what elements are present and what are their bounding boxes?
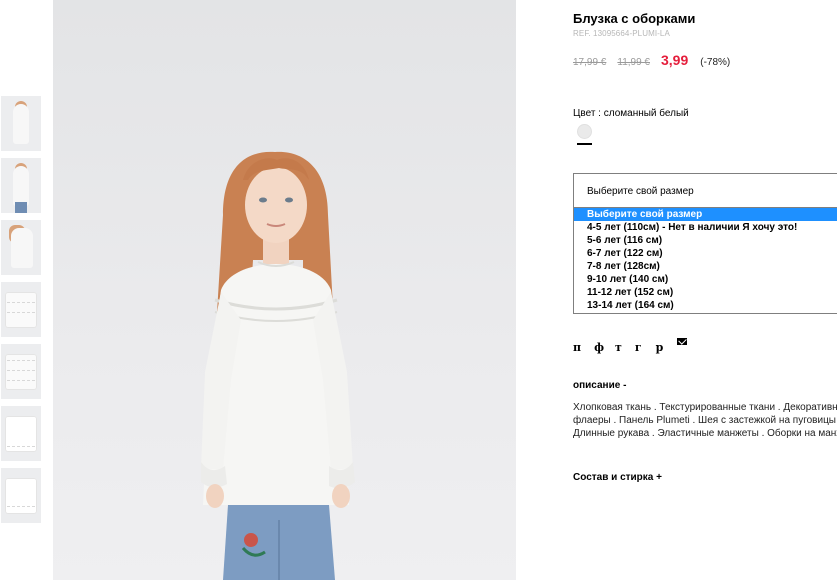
color-swatch-off-white[interactable] (577, 124, 592, 139)
thumb-figure (13, 104, 29, 144)
thumb-ruffle (7, 506, 35, 509)
twitter-icon[interactable]: т (615, 341, 622, 354)
size-option[interactable]: Выберите свой размер (574, 208, 837, 221)
thumb-figure (11, 228, 33, 268)
description-text: Хлопковая ткань . Текстурированные ткани… (573, 401, 837, 440)
product-title: Блузка с оборками (573, 11, 696, 26)
thumb-ruffle (7, 312, 35, 315)
pinterest-icon[interactable]: п (573, 341, 581, 354)
size-option[interactable]: 11-12 лет (152 см) (574, 286, 837, 299)
thumb-fabric (5, 292, 37, 328)
thumbnail-5[interactable] (1, 344, 41, 399)
swatch-selected-indicator (577, 143, 592, 145)
product-main-image[interactable] (53, 0, 516, 580)
thumb-ruffle (7, 380, 35, 383)
price-previous: 11,99 € (617, 57, 650, 68)
google-plus-icon[interactable]: г (635, 341, 642, 354)
thumbnail-7[interactable] (1, 468, 41, 523)
thumbnail-strip (1, 96, 42, 530)
size-option[interactable]: 7-8 лет (128см) (574, 260, 837, 273)
size-option[interactable]: 13-14 лет (164 см) (574, 299, 837, 312)
thumbnail-3[interactable] (1, 220, 41, 275)
discount-badge: (-78%) (700, 57, 731, 68)
price-original: 17,99 € (573, 57, 607, 68)
thumb-ruffle (7, 360, 35, 363)
size-dropdown-list: Выберите свой размер 4-5 лет (110см) - Н… (573, 208, 837, 314)
description-line: Хлопковая ткань . Текстурированные ткани… (573, 402, 837, 413)
thumbnail-2[interactable] (1, 158, 41, 213)
size-option[interactable]: 4-5 лет (110см) - Нет в наличии Я хочу э… (574, 221, 837, 234)
price-current: 3,99 (661, 52, 689, 68)
envelope-icon[interactable] (677, 338, 688, 345)
color-label: Цвет : сломанный белый (573, 108, 689, 119)
size-option[interactable]: 5-6 лет (116 см) (574, 234, 837, 247)
price-row: 17,99 € 11,99 € 3,99 (-78%) (573, 52, 730, 68)
thumbnail-4[interactable] (1, 282, 41, 337)
facebook-icon[interactable]: ф (594, 341, 604, 354)
model-illustration (201, 151, 355, 580)
product-reference: REF. 13095664-PLUMI-LA (573, 29, 670, 38)
thumb-ruffle (7, 370, 35, 373)
size-option[interactable]: 6-7 лет (122 см) (574, 247, 837, 260)
thumb-figure (13, 166, 29, 206)
thumb-ruffle (7, 302, 35, 305)
thumb-ruffle (7, 446, 35, 449)
description-line: флаеры . Панель Plumeti . Шея с застежко… (573, 415, 837, 426)
description-toggle[interactable]: описание - (573, 380, 626, 391)
size-option[interactable]: 9-10 лет (140 см) (574, 273, 837, 286)
thumbnail-6[interactable] (1, 406, 41, 461)
thumbnail-1[interactable] (1, 96, 41, 151)
pinterest-alt-icon[interactable]: р (656, 341, 664, 354)
size-select[interactable]: Выберите свой размер (573, 173, 837, 208)
share-icons: п ф т г р (573, 338, 688, 354)
description-line: Длинные рукава . Эластичные манжеты . Об… (573, 428, 837, 439)
composition-care-toggle[interactable]: Состав и стирка + (573, 472, 662, 483)
thumb-jeans (15, 202, 27, 213)
